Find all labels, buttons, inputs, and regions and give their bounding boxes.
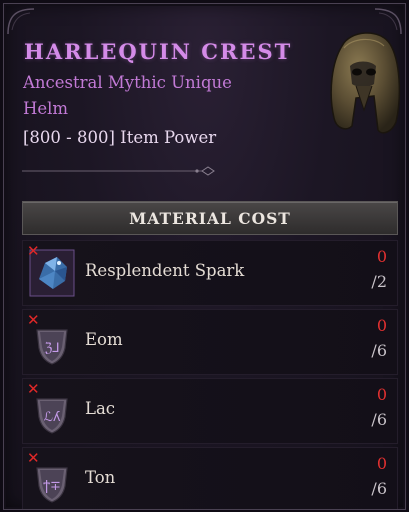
material-name: Lac bbox=[85, 399, 116, 418]
material-have-count: 0 bbox=[376, 247, 387, 266]
corner-ornament-left bbox=[7, 8, 35, 35]
material-row-eom[interactable]: ℨ⅃ ✕ Eom 0 /6 bbox=[22, 309, 398, 375]
item-name: HARLEQUIN CREST bbox=[24, 39, 293, 64]
material-name: Ton bbox=[85, 468, 116, 487]
svg-text:ℒʎ: ℒʎ bbox=[43, 410, 60, 425]
red-x-icon: ✕ bbox=[27, 380, 40, 398]
material-need-count: /2 bbox=[371, 272, 387, 291]
material-row-lac[interactable]: ℒʎ ✕ Lac 0 /6 bbox=[22, 378, 398, 444]
red-x-icon: ✕ bbox=[27, 311, 40, 329]
material-row-resplendent-spark[interactable]: ✕ Resplendent Spark 0 /2 bbox=[22, 240, 398, 306]
helm-icon bbox=[330, 32, 401, 134]
material-cost-header: MATERIAL COST bbox=[22, 201, 398, 235]
item-tooltip-panel: HARLEQUIN CREST Ancestral Mythic Unique … bbox=[3, 3, 406, 510]
decorative-divider bbox=[22, 166, 215, 176]
material-have-count: 0 bbox=[376, 316, 387, 335]
red-x-icon: ✕ bbox=[27, 242, 40, 260]
material-name: Resplendent Spark bbox=[85, 261, 245, 280]
material-name: Eom bbox=[85, 330, 123, 349]
item-rarity: Ancestral Mythic Unique bbox=[23, 73, 232, 92]
material-row-ton[interactable]: ϯ∓ ✕ Ton 0 /6 bbox=[22, 447, 398, 509]
item-type: Helm bbox=[23, 99, 69, 118]
svg-text:ϯ∓: ϯ∓ bbox=[43, 479, 61, 494]
material-have-count: 0 bbox=[376, 385, 387, 404]
item-power: [800 - 800] Item Power bbox=[23, 128, 217, 147]
material-have-count: 0 bbox=[376, 454, 387, 473]
material-need-count: /6 bbox=[371, 341, 387, 360]
red-x-icon: ✕ bbox=[27, 449, 40, 467]
material-need-count: /6 bbox=[371, 410, 387, 429]
material-need-count: /6 bbox=[371, 479, 387, 498]
svg-text:ℨ⅃: ℨ⅃ bbox=[44, 341, 59, 356]
